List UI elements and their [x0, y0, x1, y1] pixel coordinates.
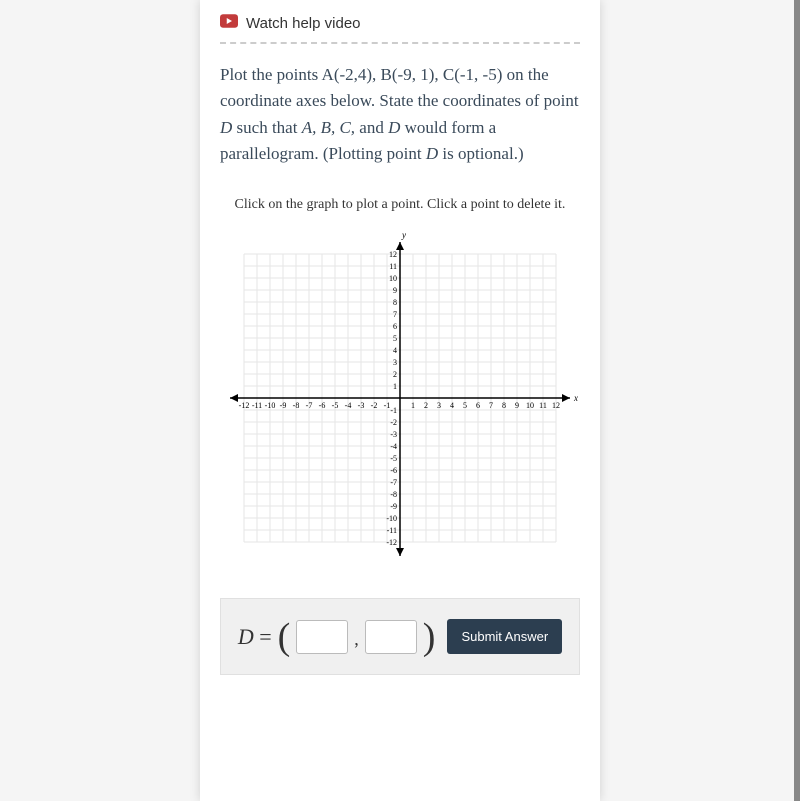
svg-text:-7: -7 [306, 401, 313, 410]
svg-text:6: 6 [476, 401, 480, 410]
svg-text:-11: -11 [252, 401, 262, 410]
watch-help-video-link[interactable]: Watch help video [220, 10, 580, 42]
svg-text:-11: -11 [387, 526, 397, 535]
svg-text:-8: -8 [293, 401, 300, 410]
svg-text:-9: -9 [390, 502, 397, 511]
x-axis-label: x [573, 393, 578, 403]
submit-answer-button[interactable]: Submit Answer [447, 619, 562, 654]
svg-text:11: 11 [389, 262, 397, 271]
graph-instruction: Click on the graph to plot a point. Clic… [220, 197, 580, 213]
svg-text:2: 2 [393, 370, 397, 379]
open-paren: ( [278, 622, 291, 652]
svg-text:-4: -4 [390, 442, 397, 451]
question-text: Plot the points A(-2,4), B(-9, 1), C(-1,… [220, 62, 580, 167]
svg-text:8: 8 [502, 401, 506, 410]
svg-text:7: 7 [489, 401, 493, 410]
svg-text:8: 8 [393, 298, 397, 307]
svg-text:-12: -12 [386, 538, 397, 547]
svg-text:-5: -5 [390, 454, 397, 463]
svg-text:-12: -12 [239, 401, 250, 410]
coordinate-graph[interactable]: y x -12-11-10-9-8-7-6-5-4-3-2-1 12345678… [220, 228, 580, 568]
svg-text:3: 3 [437, 401, 441, 410]
answer-y-input[interactable] [365, 620, 417, 654]
svg-text:-9: -9 [280, 401, 287, 410]
svg-text:-6: -6 [390, 466, 397, 475]
svg-text:-10: -10 [386, 514, 397, 523]
answer-x-input[interactable] [296, 620, 348, 654]
svg-text:5: 5 [463, 401, 467, 410]
svg-text:1: 1 [411, 401, 415, 410]
svg-text:4: 4 [450, 401, 454, 410]
y-axis-label: y [401, 230, 406, 240]
svg-text:5: 5 [393, 334, 397, 343]
svg-text:-2: -2 [371, 401, 378, 410]
svg-text:9: 9 [393, 286, 397, 295]
svg-text:10: 10 [526, 401, 534, 410]
svg-text:-1: -1 [384, 401, 391, 410]
svg-text:11: 11 [539, 401, 547, 410]
svg-text:6: 6 [393, 322, 397, 331]
svg-text:1: 1 [393, 382, 397, 391]
answer-panel: D = ( , ) Submit Answer [220, 598, 580, 675]
scrollbar-edge [794, 0, 800, 801]
svg-text:9: 9 [515, 401, 519, 410]
svg-text:-7: -7 [390, 478, 397, 487]
svg-text:-8: -8 [390, 490, 397, 499]
help-video-label: Watch help video [246, 15, 361, 32]
svg-text:-2: -2 [390, 418, 397, 427]
svg-text:2: 2 [424, 401, 428, 410]
svg-text:12: 12 [552, 401, 560, 410]
close-paren: ) [423, 622, 436, 652]
svg-text:12: 12 [389, 250, 397, 259]
svg-text:-10: -10 [265, 401, 276, 410]
svg-text:7: 7 [393, 310, 397, 319]
answer-d-label: D = [238, 624, 272, 650]
comma: , [354, 629, 359, 654]
svg-text:-3: -3 [390, 430, 397, 439]
svg-text:-5: -5 [332, 401, 339, 410]
svg-text:3: 3 [393, 358, 397, 367]
youtube-icon [220, 14, 238, 32]
divider [220, 42, 580, 44]
svg-text:-3: -3 [358, 401, 365, 410]
svg-text:10: 10 [389, 274, 397, 283]
svg-text:-4: -4 [345, 401, 352, 410]
svg-text:-1: -1 [390, 406, 397, 415]
svg-text:-6: -6 [319, 401, 326, 410]
svg-text:4: 4 [393, 346, 397, 355]
